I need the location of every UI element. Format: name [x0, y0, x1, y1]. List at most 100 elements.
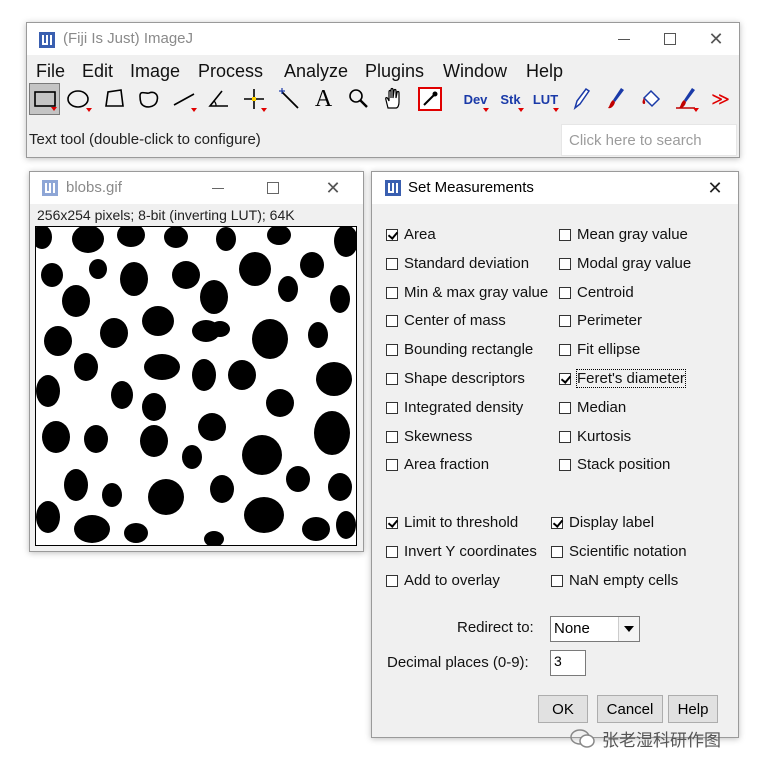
decimal-places-field[interactable]: 3	[550, 650, 586, 676]
main-titlebar[interactable]: (Fiji Is Just) ImageJ ✕	[27, 23, 739, 55]
checkbox[interactable]	[386, 257, 398, 270]
checkbox[interactable]	[559, 458, 571, 471]
oval-tool[interactable]	[63, 83, 94, 115]
checkbox[interactable]	[386, 430, 398, 443]
checkbox[interactable]	[386, 343, 398, 356]
redirect-select[interactable]: None	[550, 616, 640, 642]
wand-icon	[278, 88, 299, 109]
option-shape-descriptors[interactable]: Shape descriptors	[386, 370, 525, 387]
menu-help[interactable]: Help	[526, 61, 563, 82]
pencil-tool[interactable]	[565, 83, 596, 115]
dialog-close-button[interactable]: ✕	[692, 172, 738, 204]
checkbox[interactable]	[386, 401, 398, 414]
checkbox[interactable]	[386, 372, 398, 385]
option-centroid[interactable]: Centroid	[559, 284, 634, 301]
zoom-tool[interactable]	[343, 83, 374, 115]
option-label: Add to overlay	[404, 572, 500, 589]
cancel-button[interactable]: Cancel	[597, 695, 663, 723]
angle-tool[interactable]	[203, 83, 234, 115]
close-button[interactable]: ✕	[693, 23, 739, 55]
maximize-button[interactable]	[647, 23, 693, 55]
checkbox[interactable]	[559, 430, 571, 443]
option-kurtosis[interactable]: Kurtosis	[559, 428, 631, 445]
lut-menu-tool[interactable]: LUT	[530, 83, 561, 115]
checkbox[interactable]	[559, 372, 571, 385]
checkbox[interactable]	[559, 343, 571, 356]
dialog-titlebar[interactable]: Set Measurements ✕	[372, 172, 738, 204]
menu-analyze[interactable]: Analyze	[284, 61, 348, 82]
brush-menu-tool[interactable]	[670, 83, 701, 115]
option-mean-gray[interactable]: Mean gray value	[559, 226, 688, 243]
flood-fill-tool[interactable]	[635, 83, 666, 115]
checkbox[interactable]	[559, 314, 571, 327]
checkbox[interactable]	[386, 574, 398, 587]
option-ferets-diameter[interactable]: Feret's diameter	[559, 369, 686, 388]
menu-edit[interactable]: Edit	[82, 61, 113, 82]
option-perimeter[interactable]: Perimeter	[559, 312, 642, 329]
checkbox[interactable]	[559, 401, 571, 414]
checkbox[interactable]	[551, 574, 563, 587]
option-area-fraction[interactable]: Area fraction	[386, 456, 489, 473]
dev-menu-tool[interactable]: Dev	[460, 83, 491, 115]
checkbox[interactable]	[386, 516, 398, 529]
checkbox[interactable]	[551, 516, 563, 529]
dialog-icon	[385, 180, 401, 196]
checkbox[interactable]	[551, 545, 563, 558]
stack-icon: Stk	[500, 91, 521, 107]
more-tools[interactable]: ≫	[705, 83, 736, 115]
option-area[interactable]: Area	[386, 226, 436, 243]
option-min-max-gray[interactable]: Min & max gray value	[386, 284, 548, 301]
option-modal-gray[interactable]: Modal gray value	[559, 255, 691, 272]
checkbox[interactable]	[386, 314, 398, 327]
checkbox[interactable]	[559, 228, 571, 241]
option-stack-position[interactable]: Stack position	[559, 456, 670, 473]
menu-window[interactable]: Window	[443, 61, 507, 82]
option-skewness[interactable]: Skewness	[386, 428, 472, 445]
option-add-to-overlay[interactable]: Add to overlay	[386, 572, 500, 589]
menu-file[interactable]: File	[36, 61, 65, 82]
checkbox[interactable]	[386, 458, 398, 471]
image-close-button[interactable]: ✕	[310, 172, 356, 204]
option-display-label[interactable]: Display label	[551, 514, 654, 531]
search-input[interactable]: Click here to search	[561, 124, 737, 156]
option-limit-to-threshold[interactable]: Limit to threshold	[386, 514, 518, 531]
help-button[interactable]: Help	[668, 695, 718, 723]
checkbox[interactable]	[386, 545, 398, 558]
option-invert-y[interactable]: Invert Y coordinates	[386, 543, 537, 560]
option-nan-empty-cells[interactable]: NaN empty cells	[551, 572, 678, 589]
checkbox[interactable]	[386, 286, 398, 299]
checkbox[interactable]	[559, 257, 571, 270]
image-titlebar[interactable]: blobs.gif ✕	[30, 172, 363, 204]
menu-process[interactable]: Process	[198, 61, 263, 82]
scroll-tool[interactable]	[378, 83, 409, 115]
line-tool[interactable]	[168, 83, 199, 115]
stack-menu-tool[interactable]: Stk	[495, 83, 526, 115]
option-label: Kurtosis	[577, 428, 632, 445]
image-maximize-button[interactable]	[250, 172, 296, 204]
option-fit-ellipse[interactable]: Fit ellipse	[559, 341, 640, 358]
freehand-tool[interactable]	[133, 83, 164, 115]
point-tool[interactable]	[238, 83, 269, 115]
option-scientific-notation[interactable]: Scientific notation	[551, 543, 687, 560]
option-label: Standard deviation	[404, 255, 530, 272]
option-integrated-density[interactable]: Integrated density	[386, 399, 523, 416]
option-center-of-mass[interactable]: Center of mass	[386, 312, 506, 329]
paintbrush-tool[interactable]	[600, 83, 631, 115]
option-bounding-rectangle[interactable]: Bounding rectangle	[386, 341, 533, 358]
menu-image[interactable]: Image	[130, 61, 180, 82]
color-picker-tool[interactable]	[414, 83, 445, 115]
ok-button[interactable]: OK	[538, 695, 588, 723]
checkbox[interactable]	[559, 286, 571, 299]
minimize-button[interactable]	[601, 23, 647, 55]
option-standard-deviation[interactable]: Standard deviation	[386, 255, 529, 272]
image-minimize-button[interactable]	[195, 172, 241, 204]
text-tool[interactable]: A	[308, 83, 339, 115]
rectangle-tool[interactable]	[29, 83, 60, 115]
option-median[interactable]: Median	[559, 399, 626, 416]
chevron-down-icon[interactable]	[618, 617, 639, 641]
blobs-image-canvas[interactable]	[35, 226, 357, 546]
polygon-tool[interactable]	[98, 83, 129, 115]
checkbox[interactable]	[386, 228, 398, 241]
menu-plugins[interactable]: Plugins	[365, 61, 424, 82]
wand-tool[interactable]	[273, 83, 304, 115]
